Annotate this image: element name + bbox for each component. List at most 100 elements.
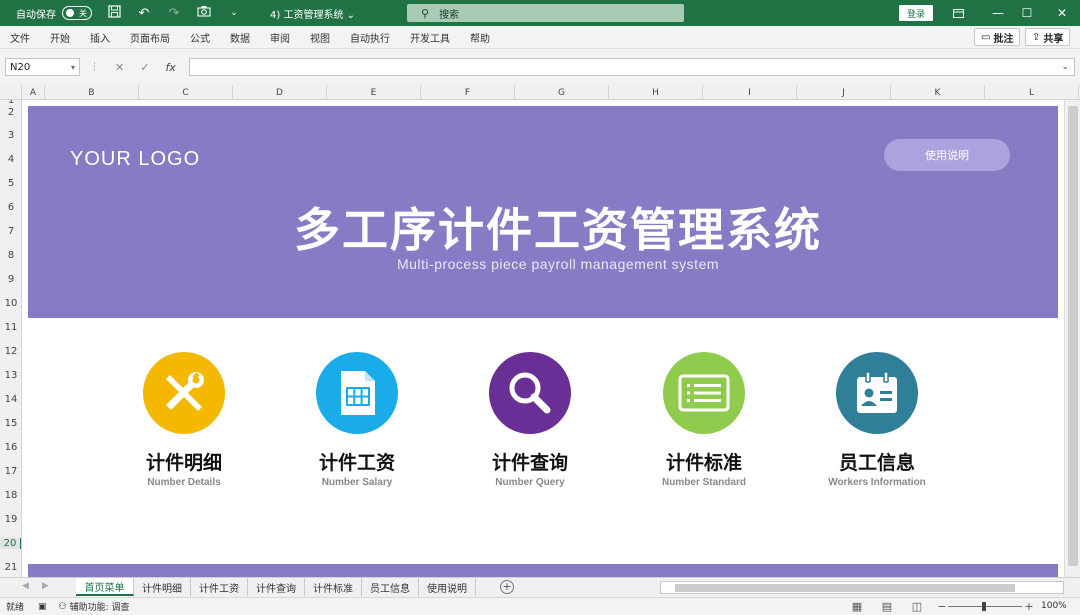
comments-button[interactable]: ▭ 批注	[974, 28, 1021, 46]
vertical-scroll-thumb[interactable]	[1068, 106, 1078, 566]
page-break-view-icon[interactable]: ◫	[909, 600, 925, 613]
column-header[interactable]: B	[45, 85, 139, 100]
row-header[interactable]: 12	[0, 346, 21, 357]
module-number-details[interactable]: 计件明细 Number Details	[109, 352, 259, 488]
camera-icon[interactable]	[196, 5, 212, 21]
autosave-toggle[interactable]: 关	[62, 6, 92, 20]
horizontal-scrollbar[interactable]	[660, 581, 1064, 594]
row-header[interactable]: 18	[0, 490, 21, 501]
menu-developer[interactable]: 开发工具	[400, 30, 460, 45]
search-box[interactable]: ⚲ 搜索	[407, 4, 684, 22]
macro-record-icon[interactable]: ▣	[38, 602, 47, 612]
confirm-icon[interactable]: ✓	[140, 61, 149, 74]
name-box[interactable]: N20 ▾	[5, 58, 80, 76]
menu-formulas[interactable]: 公式	[180, 30, 220, 45]
row-header[interactable]: 10	[0, 298, 21, 309]
document-title[interactable]: 4) 工资管理系统 ⌄	[270, 0, 355, 26]
contact-card-icon[interactable]	[836, 352, 918, 434]
horizontal-scroll-thumb[interactable]	[675, 584, 1015, 592]
zoom-in-icon[interactable]: +	[1021, 600, 1037, 613]
menu-data[interactable]: 数据	[220, 30, 260, 45]
login-button[interactable]: 登录	[899, 5, 933, 21]
prev-sheet-icon[interactable]: ◀	[22, 581, 29, 591]
menu-home[interactable]: 开始	[40, 30, 80, 45]
next-sheet-icon[interactable]: ▶	[42, 581, 49, 591]
row-header[interactable]: 2	[0, 107, 21, 118]
cancel-icon[interactable]: ✕	[115, 61, 124, 74]
save-icon[interactable]	[106, 4, 122, 22]
row-header[interactable]: 16	[0, 442, 21, 453]
menu-automate[interactable]: 自动执行	[340, 30, 400, 45]
worksheet[interactable]: YOUR LOGO 使用说明 多工序计件工资管理系统 Multi-process…	[22, 100, 1064, 577]
row-header[interactable]: 5	[0, 178, 21, 189]
spreadsheet-doc-icon[interactable]	[316, 352, 398, 434]
ribbon-display-icon[interactable]	[943, 0, 973, 26]
row-header[interactable]: 3	[0, 130, 21, 141]
row-header[interactable]: 17	[0, 466, 21, 477]
normal-view-icon[interactable]: ▦	[849, 600, 865, 613]
sheet-tab-query[interactable]: 计件查询	[248, 578, 305, 596]
menu-file[interactable]: 文件	[0, 30, 40, 45]
column-header[interactable]: A	[22, 85, 45, 100]
column-header[interactable]: H	[609, 85, 703, 100]
vertical-scrollbar[interactable]	[1064, 100, 1080, 577]
row-header[interactable]: 15	[0, 418, 21, 429]
accessibility-status[interactable]: 辅助功能: 调查	[70, 600, 130, 613]
add-sheet-icon[interactable]: +	[500, 580, 514, 594]
sheet-tab-standard[interactable]: 计件标准	[305, 578, 362, 596]
sheet-tab-details[interactable]: 计件明细	[134, 578, 191, 596]
menu-review[interactable]: 审阅	[260, 30, 300, 45]
row-header[interactable]: 6	[0, 202, 21, 213]
sheet-tab-salary[interactable]: 计件工资	[191, 578, 248, 596]
page-layout-view-icon[interactable]: ▤	[879, 600, 895, 613]
sheet-tab-home[interactable]: 首页菜单	[76, 578, 134, 596]
zoom-level[interactable]: 100%	[1041, 601, 1067, 611]
menu-view[interactable]: 视图	[300, 30, 340, 45]
column-header[interactable]: D	[233, 85, 327, 100]
row-header[interactable]: 11	[0, 322, 21, 333]
row-header[interactable]: 21	[0, 562, 21, 573]
row-header[interactable]: 13	[0, 370, 21, 381]
sheet-tab-help[interactable]: 使用说明	[419, 578, 476, 596]
function-icon[interactable]: fx	[165, 61, 175, 74]
row-header[interactable]: 14	[0, 394, 21, 405]
row-header-selected[interactable]: 20	[0, 538, 21, 549]
expand-icon[interactable]: ⌄	[1061, 62, 1069, 72]
module-number-query[interactable]: 计件查询 Number Query	[455, 352, 605, 488]
share-button[interactable]: ⇪ 共享	[1025, 28, 1071, 46]
column-header[interactable]: L	[985, 85, 1079, 100]
row-header[interactable]: 1	[0, 100, 21, 106]
undo-icon[interactable]: ↶	[136, 6, 152, 21]
menu-page-layout[interactable]: 页面布局	[120, 30, 180, 45]
module-number-standard[interactable]: 计件标准 Number Standard	[629, 352, 779, 488]
row-header[interactable]: 19	[0, 514, 21, 525]
column-header[interactable]: I	[703, 85, 797, 100]
menu-insert[interactable]: 插入	[80, 30, 120, 45]
zoom-slider-thumb[interactable]	[982, 602, 986, 611]
select-all-corner[interactable]	[0, 85, 22, 100]
column-header[interactable]: C	[139, 85, 233, 100]
row-header[interactable]: 8	[0, 250, 21, 261]
column-header[interactable]: K	[891, 85, 985, 100]
column-header[interactable]: G	[515, 85, 609, 100]
module-workers-information[interactable]: 员工信息 Workers Information	[802, 352, 952, 488]
column-header[interactable]: J	[797, 85, 891, 100]
row-header[interactable]: 9	[0, 274, 21, 285]
sheet-tab-workers[interactable]: 员工信息	[362, 578, 419, 596]
module-number-salary[interactable]: 计件工资 Number Salary	[282, 352, 432, 488]
tools-icon[interactable]	[143, 352, 225, 434]
maximize-icon[interactable]: ☐	[1012, 0, 1042, 26]
redo-icon[interactable]: ↷	[166, 6, 182, 21]
row-header[interactable]: 7	[0, 226, 21, 237]
row-header[interactable]: 4	[0, 154, 21, 165]
customize-icon[interactable]: ⌄	[226, 8, 242, 18]
close-icon[interactable]: ✕	[1047, 0, 1077, 26]
minimize-icon[interactable]: —	[983, 0, 1013, 26]
list-doc-icon[interactable]	[663, 352, 745, 434]
formula-input[interactable]: ⌄	[189, 58, 1075, 76]
column-header[interactable]: E	[327, 85, 421, 100]
accessibility-icon[interactable]: ⚇	[59, 602, 67, 612]
column-header[interactable]: F	[421, 85, 515, 100]
help-button[interactable]: 使用说明	[884, 139, 1010, 171]
search-icon[interactable]	[489, 352, 571, 434]
